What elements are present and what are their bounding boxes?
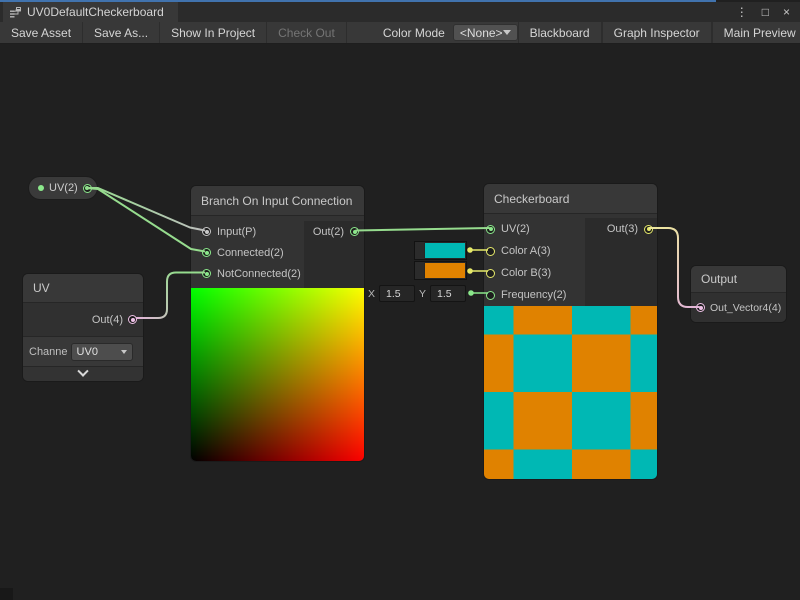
window-close-icon[interactable]: × bbox=[783, 6, 790, 18]
uv-node-header[interactable]: UV bbox=[23, 274, 143, 303]
shader-graph-icon bbox=[9, 6, 22, 19]
output-vector4-label: Out_Vector4(4) bbox=[710, 302, 781, 314]
port-row-color-b: Color B(3) bbox=[486, 262, 585, 284]
color-b-swatch[interactable] bbox=[425, 263, 465, 278]
window-menu-icon[interactable]: ⋮ bbox=[736, 6, 748, 18]
save-asset-button[interactable]: Save Asset bbox=[0, 22, 83, 43]
shader-graph-window: UV0DefaultCheckerboard ⋮ □ × Save Asset … bbox=[0, 0, 800, 600]
checkerboard-inputs: UV(2) Color A(3) Color B(3) Frequency(2) bbox=[484, 218, 585, 306]
port-row-notconnected: NotConnected(2) bbox=[202, 263, 304, 284]
checkerboard-color-a-port[interactable] bbox=[486, 247, 495, 256]
branch-input-p-label: Input(P) bbox=[217, 226, 256, 238]
uv2-type-dot bbox=[38, 185, 44, 191]
port-row-uv: UV(2) bbox=[486, 218, 585, 240]
node-output[interactable]: Output Out_Vector4(4) bbox=[690, 265, 787, 323]
branch-node-title: Branch On Input Connection bbox=[201, 194, 352, 208]
frequency-x-label: X bbox=[368, 288, 375, 300]
color-mode-dropdown[interactable]: <None> bbox=[453, 24, 518, 41]
frequency-fields: X 1.5 Y 1.5 bbox=[368, 285, 466, 302]
branch-out-port[interactable] bbox=[350, 227, 359, 236]
check-out-button: Check Out bbox=[267, 22, 347, 43]
branch-connected-label: Connected(2) bbox=[217, 247, 284, 259]
node-checkerboard[interactable]: Checkerboard UV(2) Color A(3) Color B(3) bbox=[483, 183, 658, 480]
checkerboard-node-preview bbox=[484, 306, 658, 479]
port-row-connected: Connected(2) bbox=[202, 242, 304, 263]
output-node-body: Out_Vector4(4) bbox=[691, 293, 786, 322]
node-branch-on-input-connection[interactable]: Branch On Input Connection Input(P) Conn… bbox=[190, 185, 365, 462]
show-in-project-button[interactable]: Show In Project bbox=[160, 22, 267, 43]
tab-bar: UV0DefaultCheckerboard ⋮ □ × bbox=[0, 2, 800, 22]
uv-channel-control: Channe UV0 bbox=[23, 336, 143, 366]
checkerboard-outputs: Out(3) bbox=[585, 218, 657, 306]
uv-channel-label: Channe bbox=[29, 346, 68, 358]
branch-input-p-port[interactable] bbox=[202, 227, 211, 236]
tab-title: UV0DefaultCheckerboard bbox=[27, 5, 164, 19]
color-mode-label: Color Mode bbox=[375, 22, 453, 43]
port-row-color-a: Color A(3) bbox=[486, 240, 585, 262]
checkerboard-node-header[interactable]: Checkerboard bbox=[484, 184, 657, 214]
checkerboard-out-label: Out(3) bbox=[607, 223, 638, 235]
main-preview-toggle-button[interactable]: Main Preview bbox=[712, 22, 800, 43]
color-a-field-prefix bbox=[415, 242, 424, 259]
branch-node-header[interactable]: Branch On Input Connection bbox=[191, 186, 364, 216]
output-node-header[interactable]: Output bbox=[691, 266, 786, 293]
toolbar-right-group: Blackboard Graph Inspector Main Preview bbox=[518, 22, 800, 43]
color-b-field-prefix bbox=[415, 262, 424, 279]
branch-inputs: Input(P) Connected(2) NotConnected(2) bbox=[191, 221, 304, 288]
node-uv[interactable]: UV Out(4) Channe UV0 bbox=[22, 273, 144, 382]
color-a-field[interactable] bbox=[414, 241, 467, 260]
branch-notconnected-label: NotConnected(2) bbox=[217, 268, 301, 280]
chevron-down-icon bbox=[503, 30, 511, 35]
window-maximize-icon[interactable]: □ bbox=[762, 6, 769, 18]
uv-collapse-button[interactable] bbox=[23, 366, 143, 381]
checkerboard-frequency-label: Frequency(2) bbox=[501, 289, 566, 301]
checkerboard-color-b-label: Color B(3) bbox=[501, 267, 551, 279]
window-controls: ⋮ □ × bbox=[736, 2, 800, 22]
save-as-button[interactable]: Save As... bbox=[83, 22, 160, 43]
branch-connected-port[interactable] bbox=[202, 248, 211, 257]
uv-channel-dropdown[interactable]: UV0 bbox=[71, 343, 133, 361]
checkerboard-color-b-port[interactable] bbox=[486, 269, 495, 278]
uv2-pill-label: UV(2) bbox=[49, 182, 78, 194]
frequency-x-input[interactable]: 1.5 bbox=[379, 285, 415, 302]
checkerboard-uv-label: UV(2) bbox=[501, 223, 530, 235]
frequency-y-input[interactable]: 1.5 bbox=[430, 285, 466, 302]
uv-node-title: UV bbox=[33, 281, 50, 295]
uv-channel-value: UV0 bbox=[77, 346, 98, 358]
branch-out-label: Out(2) bbox=[313, 226, 344, 238]
checkerboard-color-a-label: Color A(3) bbox=[501, 245, 551, 257]
chevron-down-icon bbox=[77, 366, 88, 377]
port-row-out2: Out(2) bbox=[304, 221, 359, 242]
port-row-input-p: Input(P) bbox=[202, 221, 304, 242]
uv-out-port[interactable] bbox=[128, 315, 137, 324]
checkerboard-frequency-port[interactable] bbox=[486, 291, 495, 300]
uv-node-body: Out(4) bbox=[23, 303, 143, 336]
output-node-title: Output bbox=[701, 272, 737, 286]
port-row-out3: Out(3) bbox=[585, 218, 653, 240]
graph-inspector-toggle-button[interactable]: Graph Inspector bbox=[602, 22, 712, 43]
port-row-frequency: Frequency(2) bbox=[486, 284, 585, 306]
checkerboard-node-title: Checkerboard bbox=[494, 192, 569, 206]
uv-out-label: Out(4) bbox=[92, 314, 123, 326]
tab-uv0defaultcheckerboard[interactable]: UV0DefaultCheckerboard bbox=[3, 2, 178, 22]
color-a-swatch[interactable] bbox=[425, 243, 465, 258]
chevron-down-icon bbox=[121, 350, 127, 354]
color-b-field[interactable] bbox=[414, 261, 467, 280]
branch-node-preview bbox=[191, 288, 365, 461]
toolbar: Save Asset Save As... Show In Project Ch… bbox=[0, 22, 800, 44]
branch-outputs: Out(2) bbox=[304, 221, 364, 288]
frequency-y-label: Y bbox=[419, 288, 426, 300]
canvas-corner-notch bbox=[0, 588, 13, 600]
blackboard-toggle-button[interactable]: Blackboard bbox=[518, 22, 602, 43]
color-mode-value: <None> bbox=[460, 26, 503, 40]
